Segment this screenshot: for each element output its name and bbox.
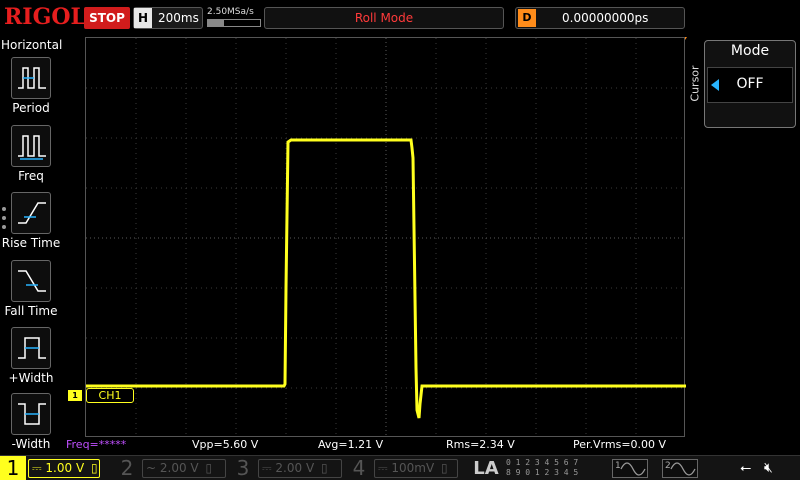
dc-coupling-icon: ⎓ (378, 461, 388, 475)
brand-logo: RIGOL (4, 4, 86, 30)
cursor-tab-label: Cursor (688, 65, 702, 102)
menu-item-period[interactable]: Period (0, 57, 62, 121)
trigger-delay-box[interactable]: D 0.00000000ps (515, 7, 685, 29)
top-status-bar: RIGOL STOP H 200ms 2.50MSa/s Roll Mode D… (0, 0, 800, 36)
menu-item-rise-time[interactable]: Rise Time (0, 192, 62, 256)
acquisition-mode-status: Roll Mode (264, 7, 504, 29)
positive-width-icon (11, 327, 51, 369)
cursor-mode-value: OFF (736, 76, 764, 92)
menu-item-label: Rise Time (1, 236, 61, 250)
cursor-mode-softkey[interactable]: Mode OFF (704, 40, 796, 128)
vpp-measurement: Vpp=5.60 V (192, 438, 259, 451)
per-vrms-measurement: Per.Vrms=0.00 V (573, 438, 667, 451)
menu-item-label: Freq (18, 169, 44, 183)
delay-key: D (518, 9, 536, 27)
dc-coupling-icon: ⎓ (32, 461, 42, 475)
cursor-mode-value-box: OFF (707, 67, 793, 103)
rise-time-icon (11, 192, 51, 234)
menu-item-label: -Width (11, 437, 51, 451)
ch1-trace-label: CH1 (86, 388, 134, 403)
menu-item-negative-width[interactable]: -Width (0, 393, 62, 457)
channel-scale: ⎓ 2.00 V ▯ (258, 459, 342, 478)
frequency-icon (11, 125, 51, 167)
menu-item-freq[interactable]: Freq (0, 125, 62, 189)
signal-generator-2-button[interactable]: 2 (662, 459, 698, 478)
cursor-mode-title: Mode (730, 43, 770, 59)
speaker-mute-icon[interactable]: 🔇︎ (764, 460, 773, 476)
period-icon (11, 57, 51, 99)
measure-menu: Horizontal Period Freq Rise Time Fall Ti… (0, 37, 62, 455)
impedance-icon: ▯ (320, 461, 328, 475)
signal-generator-1-button[interactable]: 1 (612, 459, 648, 478)
menu-item-label: +Width (8, 371, 54, 385)
cursor-tab[interactable]: Cursor (686, 41, 704, 131)
channel-scale: ⎓ 1.00 V ▯ (28, 459, 100, 478)
fall-time-icon (11, 260, 51, 302)
timebase-key: H (134, 8, 152, 28)
rms-measurement: Rms=2.34 V (446, 438, 515, 451)
impedance-icon: ▯ (441, 461, 448, 475)
avg-measurement: Avg=1.21 V (318, 438, 384, 451)
channel-number: 1 (0, 456, 26, 480)
ch1-offset-marker[interactable]: 1 (68, 390, 82, 401)
menu-item-label: Period (12, 101, 50, 115)
logic-channel-grid: 0 1 2 3 4 5 6 7 8 9 0 1 2 3 4 5 (506, 458, 579, 477)
waveform-display[interactable] (85, 37, 686, 438)
graticule (86, 38, 686, 438)
freq-measurement: Freq=***** (66, 438, 127, 451)
menu-item-positive-width[interactable]: +Width (0, 327, 62, 391)
menu-item-label: Fall Time (4, 304, 58, 318)
impedance-icon: ▯ (205, 461, 213, 475)
negative-width-icon (11, 393, 51, 435)
ac-coupling-icon: ~ (146, 461, 157, 475)
channel-number: 2 (120, 456, 134, 480)
channel-scale: ~ 2.00 V ▯ (142, 459, 226, 478)
impedance-icon: ▯ (90, 461, 98, 475)
dc-coupling-icon: ⎓ (262, 461, 272, 475)
sample-rate: 2.50MSa/s (207, 7, 254, 17)
channel-scale: ⎓ 100mV ▯ (374, 459, 458, 478)
delay-value: 0.00000000ps (562, 11, 649, 25)
usb-icon: ⭠ (740, 460, 752, 476)
timebase-value: 200ms (158, 11, 199, 25)
run-stop-indicator[interactable]: STOP (84, 7, 130, 29)
timebase-box[interactable]: H 200ms (133, 7, 203, 29)
logic-analyzer-label[interactable]: LA (466, 456, 506, 480)
cursor-panel: Cursor Mode OFF (686, 37, 800, 135)
channel-number: 4 (352, 456, 366, 480)
channel-status-bar: 1 ⎓ 1.00 V ▯ 2 ~ 2.00 V ▯ 3 ⎓ 2.00 V ▯ 4… (0, 455, 800, 480)
memory-depth-bar (207, 19, 261, 27)
menu-title: Horizontal (1, 38, 63, 52)
channel-number: 3 (236, 456, 250, 480)
menu-item-fall-time[interactable]: Fall Time (0, 260, 62, 324)
